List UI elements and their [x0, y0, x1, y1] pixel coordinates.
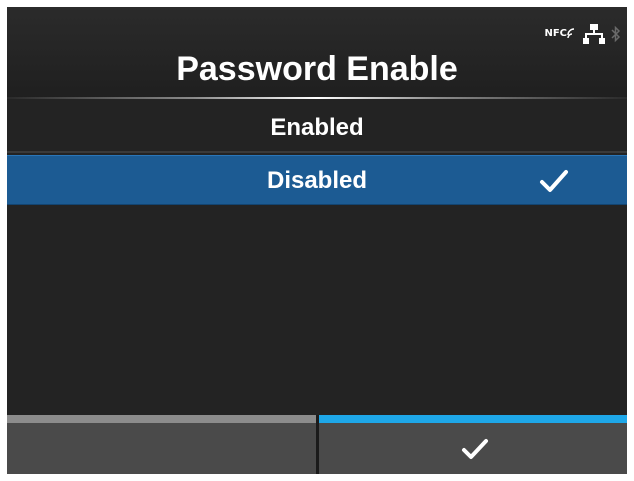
nfc-indicator: NFC — [544, 28, 577, 40]
option-disabled[interactable]: Disabled — [7, 155, 627, 205]
status-bar: NFC — [544, 22, 621, 46]
printer-screen: NFC Password Enable Enabled Disabled — [7, 7, 627, 474]
nfc-label: NFC — [544, 28, 567, 39]
bluetooth-icon — [611, 25, 621, 43]
page-title: Password Enable — [176, 50, 458, 88]
nfc-waves-icon — [567, 28, 575, 39]
option-enabled[interactable]: Enabled — [7, 103, 627, 153]
check-icon — [540, 170, 568, 192]
option-label: Disabled — [266, 167, 368, 194]
confirm-button[interactable] — [319, 415, 627, 474]
title-divider — [7, 97, 627, 99]
option-list: Enabled Disabled — [7, 103, 627, 205]
footer-buttons — [7, 415, 627, 474]
header: NFC Password Enable — [7, 7, 627, 99]
check-icon — [462, 439, 488, 459]
network-icon — [583, 24, 605, 44]
back-button[interactable] — [7, 415, 316, 474]
option-label: Enabled — [270, 114, 364, 141]
